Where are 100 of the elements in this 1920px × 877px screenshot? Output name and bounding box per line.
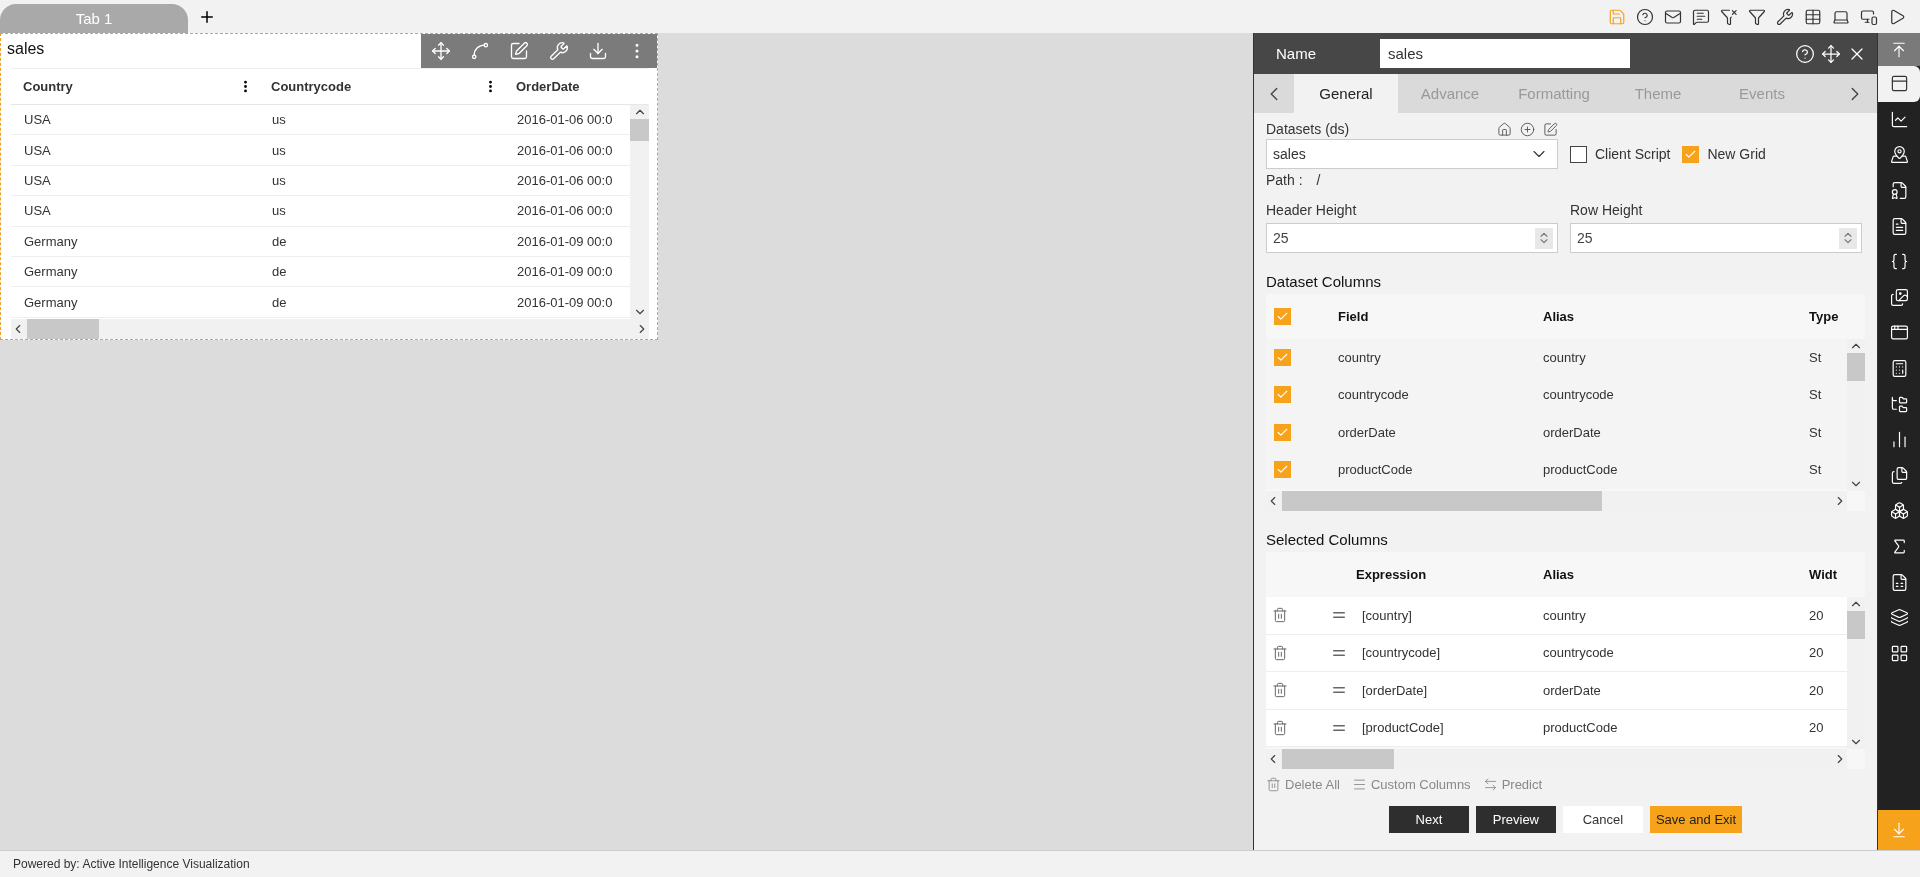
check-icon xyxy=(1276,310,1289,323)
clear-filter-icon[interactable] xyxy=(1720,7,1738,26)
table-cell-text: St xyxy=(1809,462,1823,478)
boxes-icon xyxy=(1889,501,1909,521)
row-checkbox[interactable] xyxy=(1274,348,1291,366)
button[interactable]: Preview xyxy=(1475,806,1556,833)
play-icon[interactable] xyxy=(1888,7,1906,26)
move-icon[interactable] xyxy=(430,41,451,61)
table-cell-text: Germany xyxy=(23,233,79,249)
section-title: Selected Columns xyxy=(1266,531,1389,548)
column-header: Expression xyxy=(1356,567,1428,582)
path-label: Path : xyxy=(1266,172,1303,188)
folder-tree-icon xyxy=(1889,394,1909,414)
curve-icon[interactable] xyxy=(470,41,490,61)
button[interactable]: Cancel xyxy=(1562,806,1643,833)
row-checkbox[interactable] xyxy=(1274,423,1291,441)
download-icon[interactable] xyxy=(587,41,608,61)
column-header: Type xyxy=(1809,309,1840,324)
arrow-up-icon xyxy=(1890,40,1908,59)
braces-icon xyxy=(1889,252,1909,272)
column-header: Country xyxy=(23,79,73,94)
field-label: Row Height xyxy=(1570,202,1644,218)
horizontal-scrollbar[interactable] xyxy=(1266,491,1847,511)
grid-widget[interactable] xyxy=(0,33,658,340)
name-field[interactable]: sales xyxy=(1380,39,1630,68)
scroll-thumb[interactable] xyxy=(1282,491,1602,511)
wrench-icon[interactable] xyxy=(1776,7,1794,26)
select-all-checkbox[interactable] xyxy=(1274,308,1291,325)
footer-text: Powered by: Active Intelligence Visualization xyxy=(13,857,250,871)
map-icon xyxy=(1889,145,1909,165)
table-cell-text: [productCode] xyxy=(1362,720,1445,736)
table-icon[interactable] xyxy=(1804,7,1822,26)
button[interactable]: Next xyxy=(1388,806,1469,833)
help-icon[interactable] xyxy=(1636,7,1654,26)
checkbox-label: Client Script xyxy=(1595,146,1671,162)
move-icon[interactable] xyxy=(1821,43,1841,64)
datasets-label: Datasets (ds) xyxy=(1266,121,1350,137)
swap-arrows-icon xyxy=(1482,777,1498,792)
table-cell-text: productCode xyxy=(1338,462,1414,478)
new-grid-checkbox[interactable] xyxy=(1682,145,1700,163)
table-cell-text: countrycode xyxy=(1338,387,1410,403)
column-header: Alias xyxy=(1543,309,1576,324)
devices-icon[interactable] xyxy=(1860,7,1878,26)
table-cell-text: 2016-01-06 00:0 xyxy=(516,112,614,128)
scroll-thumb[interactable] xyxy=(27,319,99,339)
table-cell-text: us xyxy=(271,203,287,219)
add-icon[interactable] xyxy=(1520,121,1535,137)
client-script-checkbox[interactable] xyxy=(1570,145,1587,163)
number-field[interactable]: 25 xyxy=(1570,223,1862,253)
table-cell-text: country xyxy=(1543,607,1587,623)
home-icon[interactable] xyxy=(1497,121,1512,137)
table-cell-text: 20 xyxy=(1809,720,1825,736)
delete-icon[interactable] xyxy=(1272,682,1288,699)
scroll-thumb[interactable] xyxy=(1847,353,1865,381)
edit-icon[interactable] xyxy=(1543,121,1558,137)
row-checkbox[interactable] xyxy=(1274,461,1291,479)
dataset-dropdown[interactable]: sales xyxy=(1266,139,1558,169)
filter-icon[interactable] xyxy=(1748,7,1766,26)
vertical-scrollbar[interactable] xyxy=(1847,597,1865,749)
delete-icon[interactable] xyxy=(1272,644,1288,661)
scroll-thumb[interactable] xyxy=(1847,611,1865,639)
files-icon xyxy=(1889,465,1909,485)
sidebar-item[interactable] xyxy=(1878,66,1920,102)
table-cell-text: us xyxy=(271,172,287,188)
table-cell-text: countrycode xyxy=(1543,645,1615,661)
horizontal-scrollbar[interactable] xyxy=(11,319,649,339)
scroll-thumb[interactable] xyxy=(1282,749,1394,769)
number-field[interactable]: 25 xyxy=(1266,223,1558,253)
table-cell-text: productCode xyxy=(1543,720,1619,736)
row-checkbox[interactable] xyxy=(1274,386,1291,404)
delete-icon[interactable] xyxy=(1272,719,1288,736)
grid-icon xyxy=(1889,643,1909,663)
comment-icon[interactable] xyxy=(1692,7,1710,26)
table-cell-text: de xyxy=(271,233,288,249)
button[interactable]: Save and Exit xyxy=(1649,806,1743,833)
edit-icon[interactable] xyxy=(509,41,530,61)
table-cell-text: orderDate xyxy=(1338,424,1397,440)
column-header: Widt xyxy=(1809,567,1839,582)
table-cell-text: 2016-01-06 00:0 xyxy=(516,142,614,158)
tab[interactable]: General xyxy=(1294,74,1398,113)
table-cell-text: de xyxy=(271,294,288,310)
table-cell-text: 2016-01-09 00:0 xyxy=(516,294,614,310)
table-cell-text: 20 xyxy=(1809,682,1825,698)
table-cell-text: USA xyxy=(23,172,52,188)
vertical-scrollbar[interactable] xyxy=(630,105,649,319)
table-cell-text: us xyxy=(271,142,287,158)
scroll-thumb[interactable] xyxy=(630,119,649,141)
table-cell-text: orderDate xyxy=(1543,424,1602,440)
table-cell-text: 2016-01-09 00:0 xyxy=(516,233,614,249)
delete-icon[interactable] xyxy=(1272,607,1288,624)
table-cell-text: USA xyxy=(23,203,52,219)
widget-title: sales xyxy=(6,39,45,58)
table-cell-text: 2016-01-06 00:0 xyxy=(516,203,614,219)
table-cell-text: Germany xyxy=(23,264,79,280)
table-cell-text: 2016-01-06 00:0 xyxy=(516,172,614,188)
table-cell-text: country xyxy=(1338,349,1382,365)
mail-icon[interactable] xyxy=(1664,7,1682,26)
layers-icon xyxy=(1889,608,1909,628)
table-cell-text: Germany xyxy=(23,294,79,310)
table-cell-text: USA xyxy=(23,142,52,158)
